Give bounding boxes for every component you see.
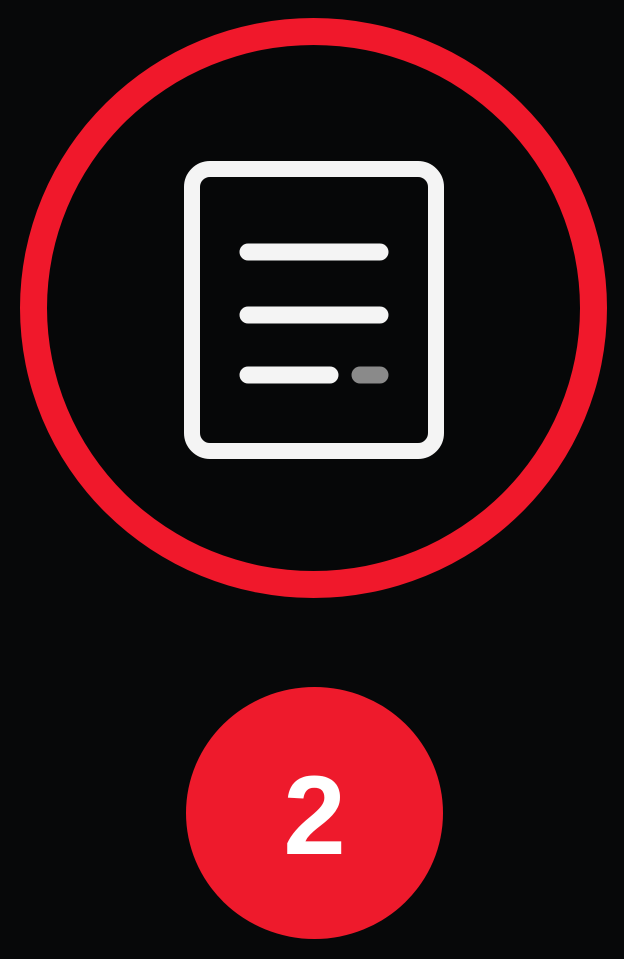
document-icon: [184, 161, 444, 459]
step-number-badge[interactable]: 2: [186, 687, 443, 939]
step-number: 2: [283, 753, 346, 878]
